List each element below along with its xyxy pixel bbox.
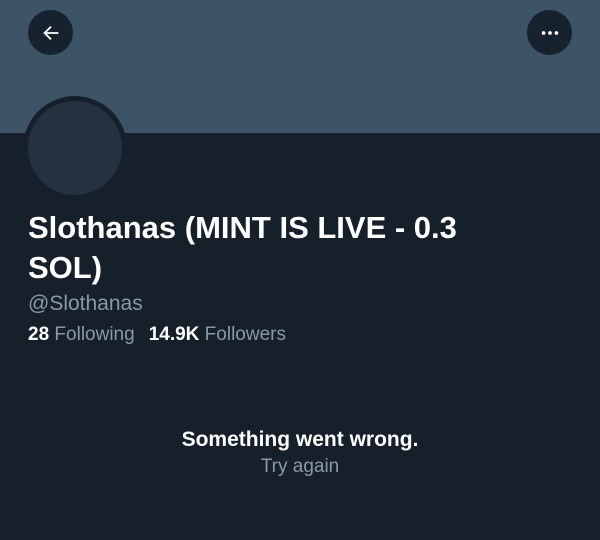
avatar[interactable] — [23, 96, 127, 200]
arrow-left-icon — [42, 25, 58, 40]
avatar-placeholder — [28, 101, 122, 195]
more-horizontal-icon — [541, 30, 558, 35]
back-button[interactable] — [28, 10, 73, 55]
followers-link[interactable]: 14.9K Followers — [149, 322, 286, 348]
more-options-button[interactable] — [527, 10, 572, 55]
followers-count: 14.9K — [148, 324, 200, 345]
following-label: Following — [54, 324, 135, 345]
error-state: Something went wrong. Try again — [0, 426, 600, 480]
profile-display-name: Slothanas (MINT IS LIVE - 0.3 SOL) — [28, 210, 457, 285]
try-again-link[interactable]: Try again — [261, 454, 340, 480]
profile-handle: @Slothanas — [28, 292, 143, 315]
profile-stats: 28 Following 14.9K Followers — [28, 322, 286, 348]
following-link[interactable]: 28 Following — [28, 322, 135, 348]
error-message: Something went wrong. — [181, 428, 419, 451]
following-count: 28 — [28, 324, 50, 345]
followers-label: Followers — [204, 324, 286, 345]
